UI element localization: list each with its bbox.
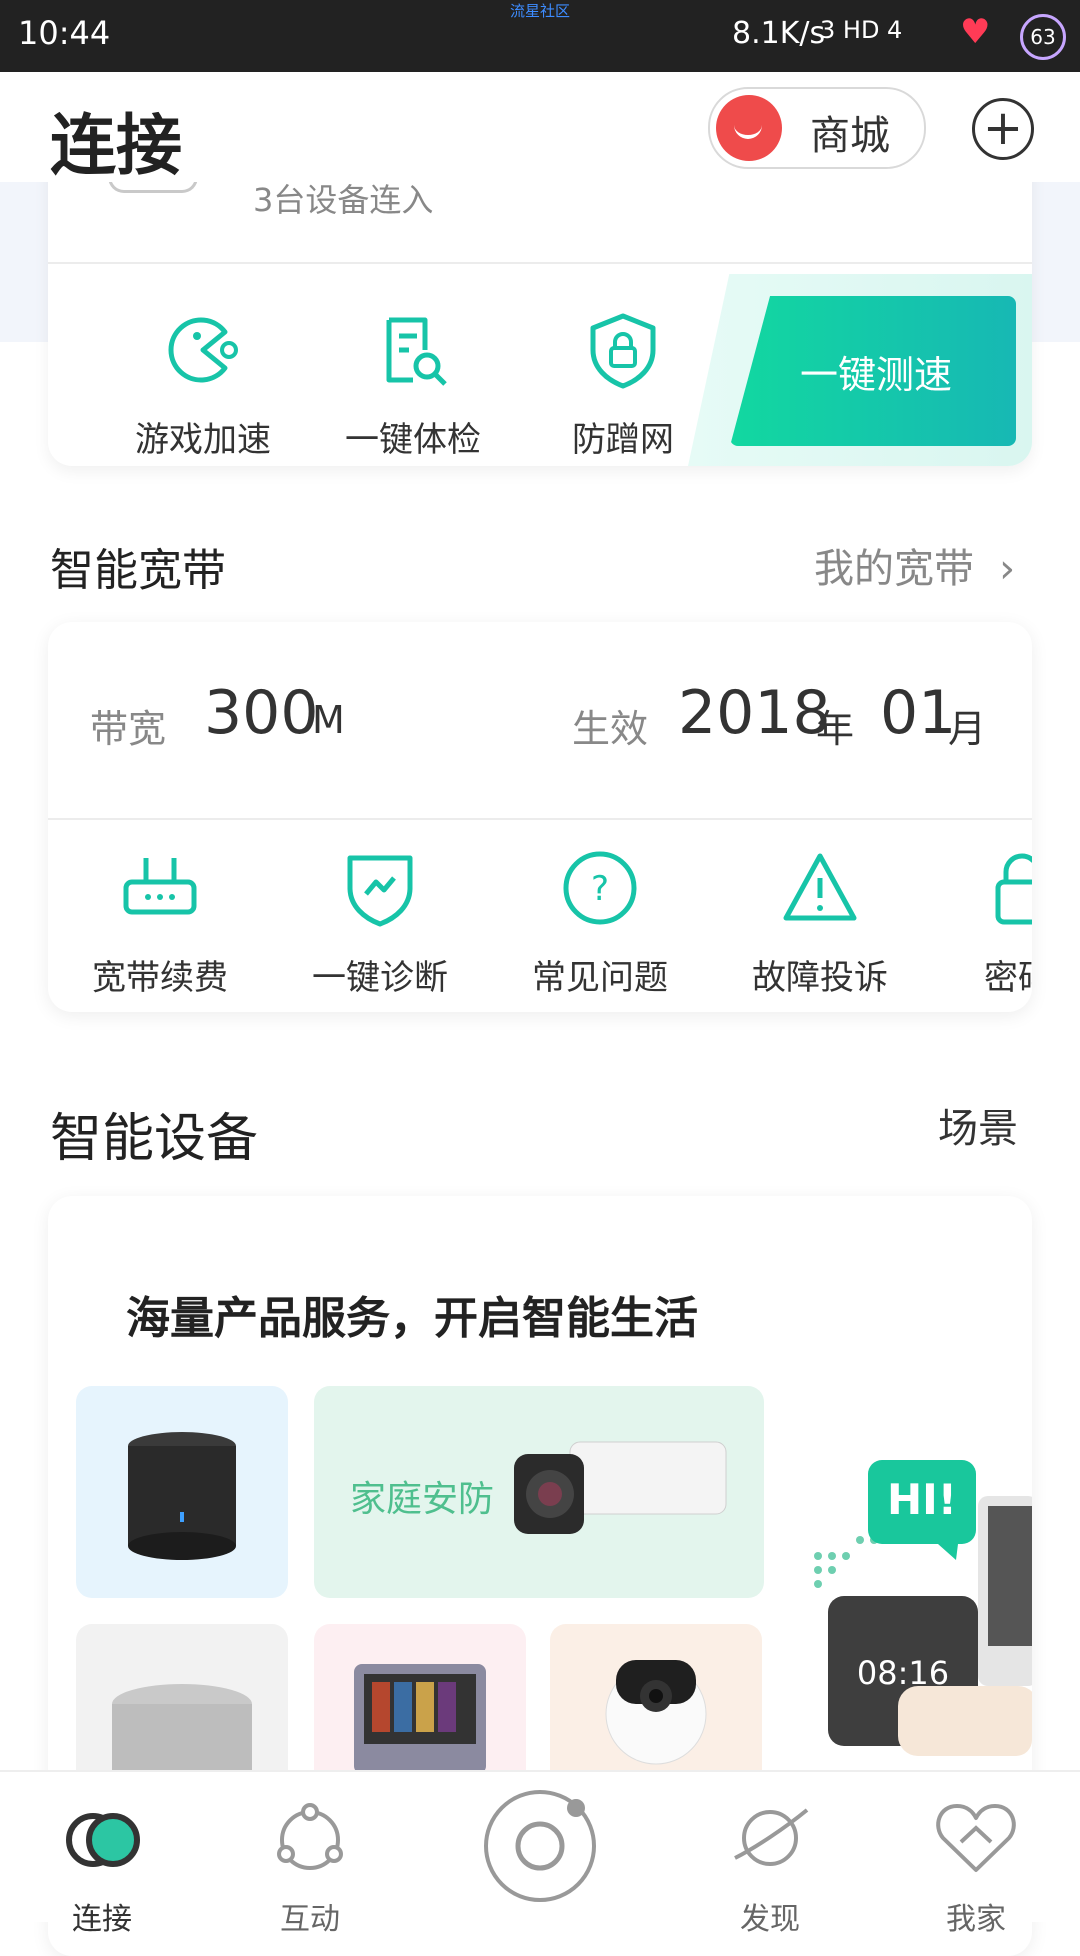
devices-section-title: 智能设备: [50, 1109, 259, 1169]
anti-freeload-label: 防蹭网: [572, 420, 674, 460]
question-circle-icon: ?: [563, 851, 637, 925]
nav-interact-label: 互动: [280, 1902, 340, 1937]
page-title: 连接: [50, 107, 182, 184]
password-button[interactable]: 密码: [928, 848, 1032, 999]
speed-test-label: 一键测速: [800, 353, 953, 397]
nav-discover-label: 发现: [740, 1902, 800, 1937]
status-time: 10:44: [18, 14, 111, 52]
scene-link[interactable]: 场景: [938, 1096, 1018, 1154]
svg-text:?: ?: [591, 869, 609, 909]
renew-broadband-label: 宽带续费: [92, 958, 228, 998]
game-boost-button[interactable]: 游戏加速: [118, 310, 288, 461]
complaint-button[interactable]: 故障投诉: [730, 848, 910, 999]
connect-icon: [66, 1813, 140, 1867]
shopping-bag-icon: [716, 95, 782, 161]
broadband-section-title: 智能宽带: [50, 545, 226, 596]
app-header: 连接 商城 +: [0, 72, 1080, 184]
broadband-services-row: 宽带续费 一键诊断 ? 常见问题 故障投诉 密码: [48, 622, 1032, 1012]
divider: [48, 262, 1032, 264]
signal-indicator: 3 HD 4: [820, 16, 903, 44]
diagnose-button[interactable]: 一键诊断: [290, 848, 470, 999]
plus-icon: +: [982, 100, 1024, 156]
nav-discover[interactable]: 发现: [690, 1792, 850, 1938]
nav-my-home-label: 我家: [946, 1902, 1006, 1937]
connection-card: 3台设备连入 游戏加速 一键体检 防蹭网 一键测速: [48, 150, 1032, 466]
add-button[interactable]: +: [972, 98, 1034, 160]
chevron-right-icon: ›: [999, 546, 1016, 592]
complaint-label: 故障投诉: [752, 958, 888, 998]
device-tile-remote[interactable]: [76, 1386, 288, 1598]
router-icon: [123, 858, 197, 915]
health-check-button[interactable]: 一键体检: [328, 310, 498, 461]
center-orb-icon: [484, 1790, 596, 1902]
interact-icon: [277, 1803, 343, 1870]
security-camera-image: [514, 1441, 727, 1534]
nav-center[interactable]: [460, 1786, 620, 1910]
anti-freeload-button[interactable]: 防蹭网: [538, 310, 708, 461]
my-broadband-label: 我的宽带: [814, 546, 974, 592]
security-label: 家庭安防: [350, 1479, 495, 1520]
battery-indicator: 63: [1020, 14, 1066, 60]
renew-broadband-button[interactable]: 宽带续费: [70, 848, 250, 999]
warning-icon: [783, 853, 857, 921]
faq-button[interactable]: ? 常见问题: [510, 848, 690, 999]
diagnose-label: 一键诊断: [312, 958, 448, 998]
game-pad-icon: [168, 317, 238, 383]
smart-display-image: HI! 08:16: [814, 1460, 1032, 1756]
promo-text: 海量产品服务，开启智能生活: [126, 1293, 698, 1344]
heart-home-icon: [936, 1804, 1016, 1872]
heart-icon: ♥: [960, 12, 991, 52]
device-tile-smart-display[interactable]: HI! 08:16: [788, 1436, 1032, 1756]
game-boost-label: 游戏加速: [135, 420, 271, 460]
mall-label: 商城: [810, 113, 890, 159]
nav-connect[interactable]: 连接: [22, 1792, 182, 1938]
faq-label: 常见问题: [532, 958, 668, 998]
status-center-text: 流星社区: [509, 2, 570, 20]
smart-remote-image: [128, 1432, 236, 1560]
shield-lock-icon: [590, 313, 656, 389]
planet-icon: [734, 1808, 809, 1866]
bottom-navigation: 连接 互动 发现 我家: [0, 1770, 1080, 1937]
health-check-label: 一键体检: [345, 420, 481, 460]
speed-test-button[interactable]: 一键测速: [730, 296, 1016, 446]
status-bar: 流星社区 10:44 8.1K/s 3 HD 4 ♥ 63: [0, 0, 1080, 72]
lock-icon: [995, 853, 1032, 925]
my-broadband-link[interactable]: 我的宽带 ›: [814, 536, 1015, 594]
mall-button[interactable]: 商城: [708, 87, 926, 169]
shield-pulse-icon: [347, 855, 413, 927]
nav-interact[interactable]: 互动: [230, 1792, 390, 1938]
hi-bubble-text: HI!: [887, 1475, 957, 1524]
nav-connect-label: 连接: [72, 1902, 132, 1937]
password-label: 密码: [984, 958, 1032, 998]
document-search-icon: [386, 317, 447, 386]
net-speed: 8.1K/s: [732, 16, 826, 51]
nav-my-home[interactable]: 我家: [896, 1792, 1056, 1938]
device-tile-security[interactable]: 家庭安防: [314, 1386, 764, 1598]
